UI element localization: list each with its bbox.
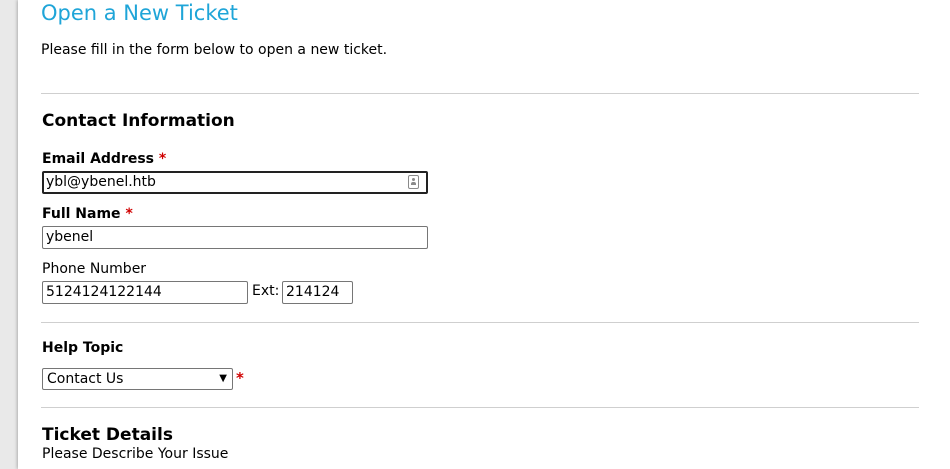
required-mark: *: [125, 206, 133, 222]
email-label-text: Email Address: [42, 151, 155, 167]
email-field[interactable]: ybl@ybenel.htb: [42, 171, 428, 194]
details-section-title: Ticket Details: [42, 425, 173, 445]
help-topic-label: Help Topic: [42, 340, 124, 356]
contact-section-title: Contact Information: [42, 111, 235, 131]
phone-field[interactable]: 5124124122144: [42, 281, 248, 304]
chevron-down-icon: ▼: [219, 373, 227, 384]
divider: [41, 93, 919, 94]
email-label: Email Address *: [42, 151, 166, 167]
page-title: Open a New Ticket: [41, 1, 238, 25]
contact-card-icon[interactable]: [408, 175, 419, 189]
divider: [41, 407, 919, 408]
help-topic-select[interactable]: Contact Us ▼: [42, 368, 233, 390]
ext-label: Ext:: [252, 283, 280, 299]
ticket-form-page: Open a New Ticket Please fill in the for…: [18, 0, 950, 469]
ext-field[interactable]: 214124: [282, 281, 353, 304]
phone-label: Phone Number: [42, 261, 147, 277]
describe-issue-label: Please Describe Your Issue: [42, 446, 229, 462]
page-intro: Please fill in the form below to open a …: [41, 42, 388, 58]
fullname-value: ybenel: [46, 229, 94, 245]
ext-value: 214124: [286, 284, 340, 300]
divider: [41, 322, 919, 323]
help-topic-required-mark: *: [236, 369, 244, 387]
required-mark: *: [158, 151, 167, 167]
fullname-label: Full Name *: [42, 206, 133, 222]
phone-value: 5124124122144: [46, 284, 162, 300]
email-value: ybl@ybenel.htb: [46, 174, 156, 190]
help-topic-value: Contact Us: [47, 371, 124, 387]
fullname-label-text: Full Name: [42, 206, 121, 222]
fullname-field[interactable]: ybenel: [42, 226, 428, 249]
